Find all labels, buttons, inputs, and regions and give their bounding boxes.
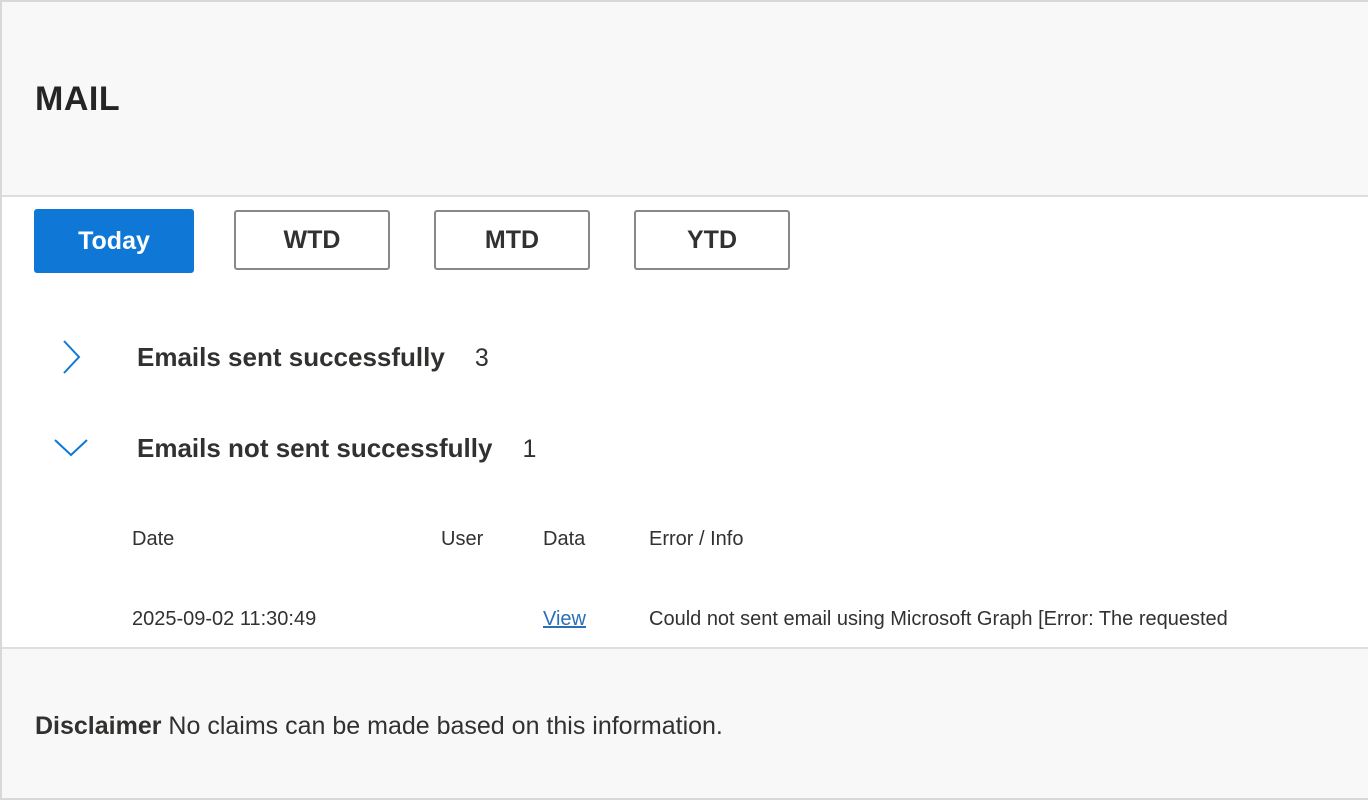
filter-wtd-button[interactable]: WTD <box>234 210 390 270</box>
group-label-sent: Emails sent successfully 3 <box>137 342 489 373</box>
page-title: MAIL <box>35 80 121 118</box>
group-title: Emails not sent successfully <box>137 432 493 463</box>
group-title: Emails sent successfully <box>137 341 445 372</box>
column-header-date[interactable]: Date <box>132 528 174 551</box>
disclaimer-text: No claims can be made based on this info… <box>168 712 723 740</box>
group-count: 3 <box>474 343 489 372</box>
column-header-user[interactable]: User <box>441 528 483 551</box>
column-header-data[interactable]: Data <box>543 528 585 551</box>
group-count: 1 <box>522 434 537 463</box>
filter-ytd-button[interactable]: YTD <box>634 210 790 270</box>
panel-footer: Disclaimer No claims can be made based o… <box>2 647 1368 798</box>
view-data-link[interactable]: View <box>543 608 586 631</box>
chevron-right-icon[interactable] <box>52 337 92 377</box>
cell-date: 2025-09-02 11:30:49 <box>132 608 317 630</box>
column-header-error[interactable]: Error / Info <box>649 528 743 551</box>
disclaimer-label: Disclaimer <box>35 712 162 740</box>
filter-today-button[interactable]: Today <box>34 209 194 273</box>
cell-error-info: Could not sent email using Microsoft Gra… <box>649 608 1228 630</box>
group-emails-sent[interactable]: Emails sent successfully 3 <box>52 332 489 382</box>
mail-panel: MAIL Today WTD MTD YTD Emails sent succe… <box>0 0 1368 800</box>
group-emails-not-sent[interactable]: Emails not sent successfully 1 <box>52 423 536 473</box>
panel-header: MAIL <box>2 2 1368 197</box>
filter-mtd-button[interactable]: MTD <box>434 210 590 270</box>
chevron-down-icon[interactable] <box>52 428 92 468</box>
group-label-not-sent: Emails not sent successfully 1 <box>137 433 536 464</box>
disclaimer: Disclaimer No claims can be made based o… <box>35 712 723 741</box>
